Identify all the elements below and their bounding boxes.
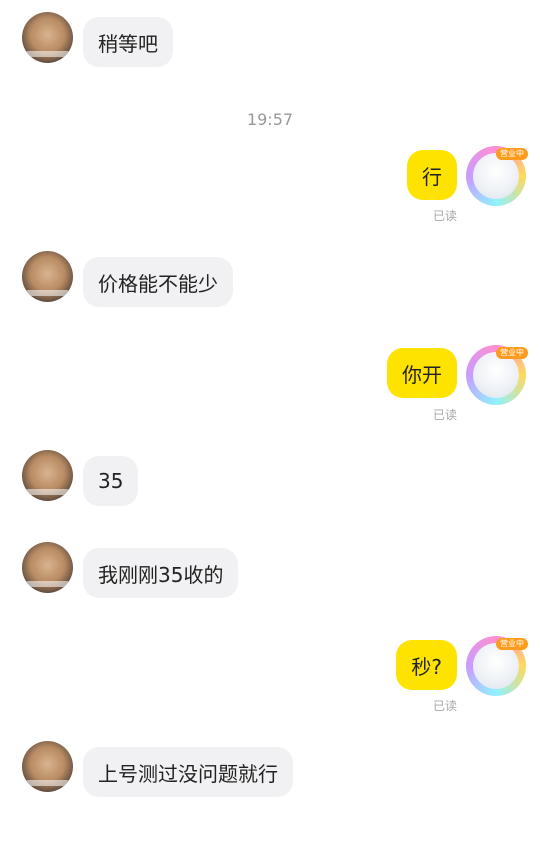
read-status: 已读 bbox=[432, 408, 457, 422]
message-bubble-right[interactable]: 你开 bbox=[387, 348, 457, 398]
contact-avatar[interactable] bbox=[22, 450, 73, 501]
self-avatar[interactable]: 营业中 bbox=[466, 345, 528, 405]
message-bubble-right[interactable]: 行 bbox=[407, 150, 457, 200]
message-bubble-left[interactable]: 我刚刚35收的 bbox=[83, 548, 239, 598]
contact-avatar[interactable] bbox=[22, 251, 73, 302]
contact-avatar[interactable] bbox=[22, 741, 73, 792]
contact-avatar[interactable] bbox=[22, 12, 73, 63]
read-status: 已读 bbox=[432, 699, 457, 713]
message-bubble-left[interactable]: 35 bbox=[83, 456, 139, 506]
contact-avatar[interactable] bbox=[22, 542, 73, 593]
message-bubble-left[interactable]: 上号测过没问题就行 bbox=[83, 747, 293, 797]
message-bubble-left[interactable]: 价格能不能少 bbox=[83, 257, 233, 307]
message-bubble-left[interactable]: 稍等吧 bbox=[83, 17, 173, 67]
avatar-badge: 营业中 bbox=[496, 347, 528, 359]
chat-thread[interactable]: 稍等吧 19:57 营业中 行 已读 价格能不能少 营业中 你开 已读 35 我… bbox=[0, 0, 540, 858]
timestamp: 19:57 bbox=[246, 110, 294, 129]
self-avatar[interactable]: 营业中 bbox=[466, 636, 528, 696]
avatar-badge: 营业中 bbox=[496, 148, 528, 160]
self-avatar[interactable]: 营业中 bbox=[466, 146, 528, 206]
message-bubble-right[interactable]: 秒? bbox=[396, 640, 457, 690]
avatar-badge: 营业中 bbox=[496, 638, 528, 650]
read-status: 已读 bbox=[432, 209, 457, 223]
